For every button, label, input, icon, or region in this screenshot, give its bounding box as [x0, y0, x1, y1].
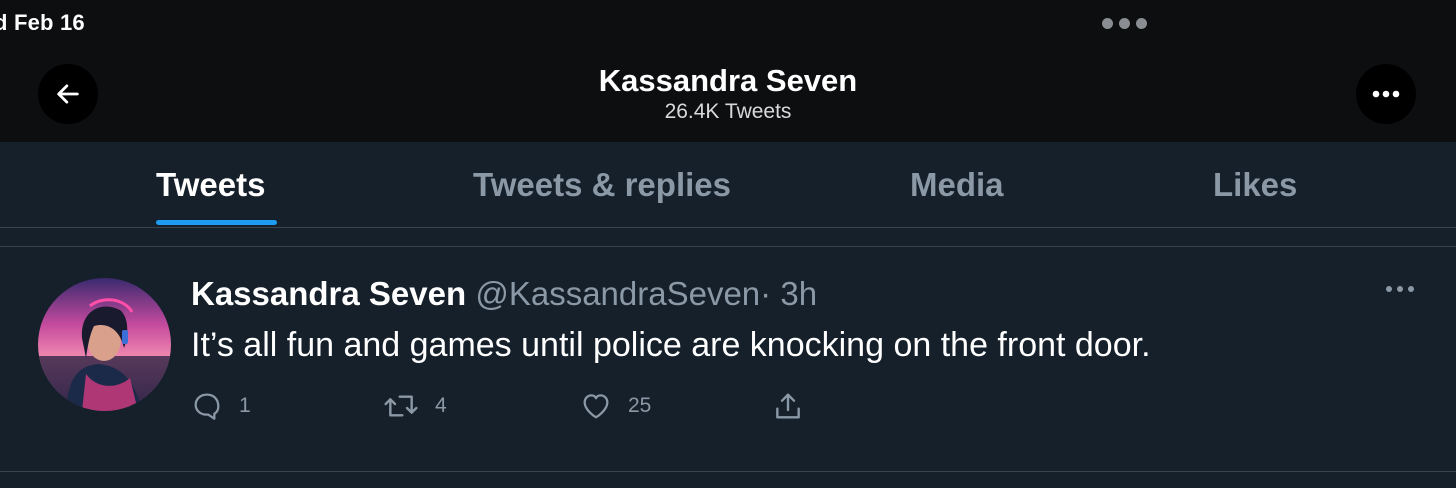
tab-likes[interactable]: Likes — [1213, 166, 1297, 204]
divider — [0, 246, 1456, 247]
heart-icon — [583, 394, 609, 419]
like-button[interactable]: 25 — [580, 390, 651, 422]
tweet-timestamp[interactable]: 3h — [780, 275, 817, 312]
tweet-text: It’s all fun and games until police are … — [191, 326, 1151, 364]
profile-tabs: Tweets Tweets & replies Media Likes — [0, 142, 1456, 228]
comment-bubble-icon — [194, 393, 220, 420]
active-tab-indicator — [156, 220, 277, 225]
retweet-count: 4 — [435, 394, 447, 417]
author-name[interactable]: Kassandra Seven — [191, 275, 466, 312]
tweet-header: Kassandra Seven @KassandraSeven· 3h — [191, 275, 817, 313]
reply-button[interactable]: 1 — [191, 390, 251, 422]
page-title: Kassandra Seven — [598, 63, 858, 98]
top-bar: d Feb 16 Kassandra Seven 26.4K Tweets — [0, 0, 1456, 142]
avatar[interactable] — [38, 278, 171, 411]
tweet-more-icon[interactable] — [1386, 286, 1414, 292]
more-button[interactable] — [1356, 64, 1416, 124]
retweet-button[interactable]: 4 — [383, 390, 447, 422]
tweet-count: 26.4K Tweets — [664, 100, 792, 123]
tab-tweets[interactable]: Tweets — [156, 166, 265, 204]
tab-media[interactable]: Media — [910, 166, 1004, 204]
tab-tweets-and-replies[interactable]: Tweets & replies — [473, 166, 731, 204]
more-horizontal-icon — [1372, 90, 1400, 98]
share-upload-icon — [776, 393, 800, 419]
status-date: d Feb 16 — [0, 10, 85, 35]
divider — [0, 471, 1456, 472]
retweet-icon — [384, 395, 418, 417]
like-count: 25 — [628, 394, 652, 417]
author-handle[interactable]: @KassandraSeven — [475, 275, 760, 312]
reply-count: 1 — [239, 394, 251, 417]
multitasking-dots-icon[interactable] — [1102, 18, 1147, 29]
separator-dot: · — [760, 275, 772, 312]
share-button[interactable] — [772, 390, 804, 422]
